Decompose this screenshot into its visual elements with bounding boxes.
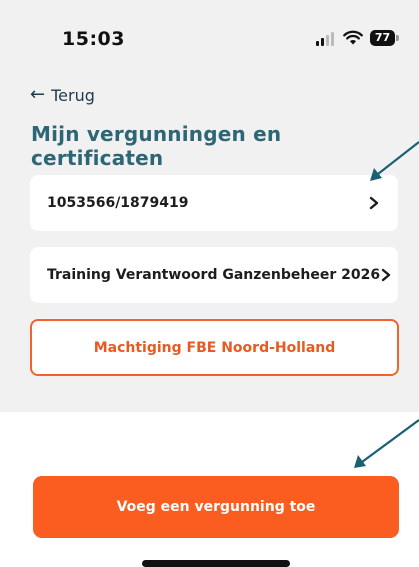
back-label: Terug <box>51 85 95 105</box>
battery-level: 77 <box>370 30 395 46</box>
wifi-icon <box>343 30 363 45</box>
list-item-permit[interactable]: 1053566/1879419 <box>30 175 398 231</box>
add-permit-button[interactable]: Voeg een vergunning toe <box>33 476 399 538</box>
list-item-label: Training Verantwoord Ganzenbeheer 2026 <box>47 267 381 283</box>
page-title: Mijn vergunningen en certificaten <box>31 122 282 170</box>
chevron-right-icon <box>381 268 391 282</box>
status-bar: 15:03 77 <box>0 0 419 80</box>
list-item-label: 1053566/1879419 <box>47 195 189 211</box>
machtiging-button[interactable]: Machtiging FBE Noord-Holland <box>30 319 399 376</box>
home-indicator <box>142 560 290 567</box>
battery-icon: 77 <box>370 30 399 46</box>
status-time: 15:03 <box>62 28 125 50</box>
back-link[interactable]: ← Terug <box>30 84 95 106</box>
chevron-right-icon <box>369 196 379 210</box>
app-screen: 15:03 77 ← Terug Mijn vergunningen en ce… <box>0 0 419 567</box>
list-item-training[interactable]: Training Verantwoord Ganzenbeheer 2026 <box>30 247 398 303</box>
back-arrow-icon: ← <box>30 84 46 105</box>
signal-icon <box>316 32 336 46</box>
